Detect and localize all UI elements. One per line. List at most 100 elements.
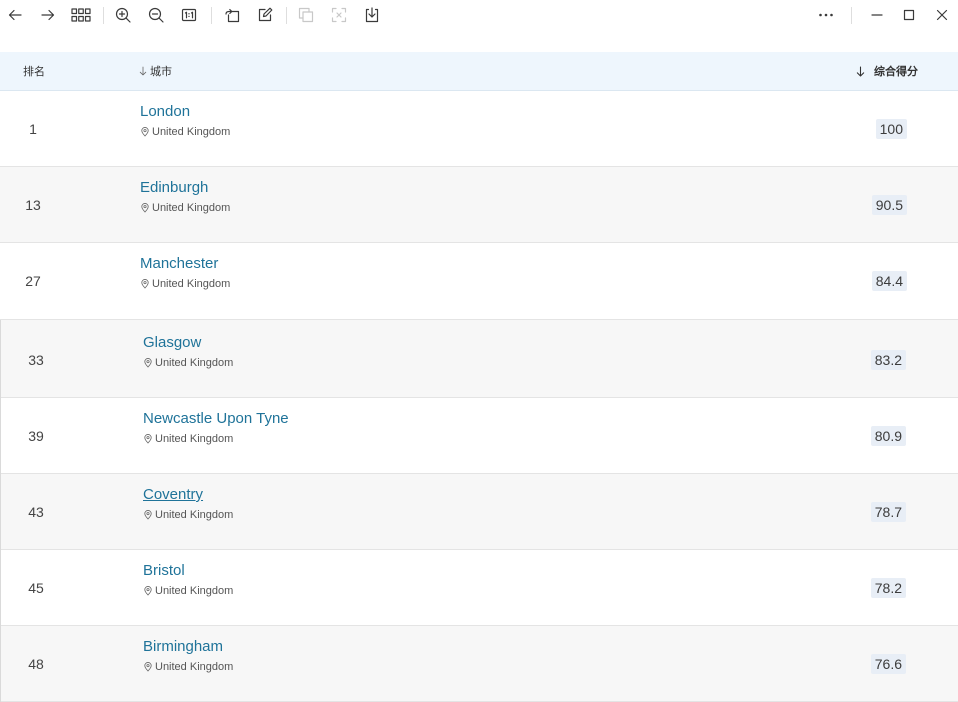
- actual-size-icon[interactable]: [181, 7, 197, 23]
- zoom-in-button[interactable]: [111, 3, 135, 27]
- table-row[interactable]: 13 Edinburgh United Kingdom 90.5: [0, 167, 958, 243]
- country-label: United Kingdom: [143, 356, 233, 370]
- rotate-button[interactable]: [220, 3, 244, 27]
- column-header-rank: 排名: [23, 66, 45, 78]
- save-icon[interactable]: [364, 7, 380, 23]
- actual-size-button[interactable]: [177, 3, 201, 27]
- city-link[interactable]: Manchester: [140, 255, 218, 273]
- location-pin-icon: [141, 127, 149, 137]
- country-text: United Kingdom: [152, 202, 231, 214]
- score-badge: 80.9: [870, 426, 906, 446]
- scan-text-icon[interactable]: [331, 7, 347, 23]
- country-label: United Kingdom: [143, 584, 233, 598]
- zoom-in-icon[interactable]: [115, 7, 131, 23]
- scan-text-button[interactable]: [327, 3, 351, 27]
- forward-arrow-icon[interactable]: [40, 7, 56, 23]
- table-body-lower: 33 Glasgow United Kingdom 83.2 39 Newcas…: [0, 320, 958, 702]
- table-row[interactable]: 27 Manchester United Kingdom 84.4: [0, 243, 958, 320]
- city-link[interactable]: Coventry: [143, 486, 203, 504]
- column-header-city-label: 城市: [150, 66, 172, 78]
- rank-cell: 1: [29, 121, 37, 137]
- save-button[interactable]: [360, 3, 384, 27]
- city-link[interactable]: London: [140, 103, 190, 121]
- back-arrow-icon[interactable]: [7, 7, 23, 23]
- minimize-button[interactable]: [865, 3, 889, 27]
- copy-icon[interactable]: [298, 7, 314, 23]
- score-badge: 78.7: [870, 502, 906, 522]
- rank-cell: 13: [25, 197, 41, 213]
- score-badge: 100: [875, 119, 907, 139]
- location-pin-icon: [144, 662, 152, 672]
- grid-view-icon[interactable]: [71, 8, 91, 22]
- city-link[interactable]: Birmingham: [143, 638, 223, 656]
- location-pin-icon: [144, 434, 152, 444]
- city-link[interactable]: Newcastle Upon Tyne: [143, 410, 289, 428]
- sort-down-icon[interactable]: [856, 65, 865, 77]
- country-text: United Kingdom: [155, 433, 234, 445]
- column-header-city[interactable]: 城市: [139, 52, 172, 90]
- country-text: United Kingdom: [152, 278, 231, 290]
- country-text: United Kingdom: [155, 357, 234, 369]
- city-link[interactable]: Edinburgh: [140, 179, 208, 197]
- forward-button[interactable]: [36, 3, 60, 27]
- city-link[interactable]: Glasgow: [143, 334, 201, 352]
- rank-cell: 39: [28, 428, 44, 444]
- score-badge: 76.6: [870, 654, 906, 674]
- toolbar-separator: [103, 7, 104, 24]
- toolbar-separator: [851, 7, 852, 24]
- rotate-icon[interactable]: [224, 7, 240, 23]
- minimize-icon[interactable]: [869, 7, 885, 23]
- location-pin-icon: [141, 203, 149, 213]
- edit-button[interactable]: [253, 3, 277, 27]
- table-row[interactable]: 45 Bristol United Kingdom 78.2: [1, 550, 958, 626]
- score-badge: 90.5: [871, 195, 907, 215]
- country-label: United Kingdom: [143, 508, 233, 522]
- zoom-out-icon[interactable]: [148, 7, 164, 23]
- close-icon[interactable]: [934, 7, 950, 23]
- score-badge: 78.2: [870, 578, 906, 598]
- grid-view-button[interactable]: [69, 3, 93, 27]
- score-badge: 84.4: [871, 271, 907, 291]
- copy-button[interactable]: [294, 3, 318, 27]
- location-pin-icon: [141, 279, 149, 289]
- table-row[interactable]: 43 Coventry United Kingdom 78.7: [1, 474, 958, 550]
- city-link[interactable]: Bristol: [143, 562, 185, 580]
- country-text: United Kingdom: [155, 661, 234, 673]
- rank-cell: 27: [25, 273, 41, 289]
- rank-cell: 43: [28, 504, 44, 520]
- edit-icon[interactable]: [257, 7, 273, 23]
- country-label: United Kingdom: [140, 125, 230, 139]
- country-label: United Kingdom: [140, 277, 230, 291]
- table-row[interactable]: 48 Birmingham United Kingdom 76.6: [1, 626, 958, 702]
- viewer-toolbar: [0, 0, 958, 32]
- table-header: 排名 城市 综合得分: [0, 52, 958, 91]
- location-pin-icon: [144, 586, 152, 596]
- country-text: United Kingdom: [155, 585, 234, 597]
- country-text: United Kingdom: [152, 126, 231, 138]
- column-header-score-label: 综合得分: [874, 66, 918, 78]
- country-label: United Kingdom: [140, 201, 230, 215]
- close-button[interactable]: [930, 3, 954, 27]
- toolbar-separator: [211, 7, 212, 24]
- score-badge: 83.2: [870, 350, 906, 370]
- table-row[interactable]: 1 London United Kingdom 100: [0, 91, 958, 167]
- more-options-button[interactable]: [814, 3, 838, 27]
- table-body-upper: 1 London United Kingdom 100 13 Edinburgh…: [0, 91, 958, 320]
- table-row[interactable]: 39 Newcastle Upon Tyne United Kingdom 80…: [1, 398, 958, 474]
- location-pin-icon: [144, 358, 152, 368]
- back-button[interactable]: [3, 3, 27, 27]
- country-label: United Kingdom: [143, 660, 233, 674]
- column-header-score[interactable]: 综合得分: [856, 52, 918, 90]
- toolbar-separator: [286, 7, 287, 24]
- rank-cell: 33: [28, 352, 44, 368]
- country-text: United Kingdom: [155, 509, 234, 521]
- country-label: United Kingdom: [143, 432, 233, 446]
- more-icon[interactable]: [818, 7, 834, 23]
- location-pin-icon: [144, 510, 152, 520]
- sort-down-icon[interactable]: [139, 66, 147, 76]
- maximize-icon[interactable]: [901, 7, 917, 23]
- zoom-out-button[interactable]: [144, 3, 168, 27]
- maximize-button[interactable]: [897, 3, 921, 27]
- rank-cell: 48: [28, 656, 44, 672]
- table-row[interactable]: 33 Glasgow United Kingdom 83.2: [1, 320, 958, 398]
